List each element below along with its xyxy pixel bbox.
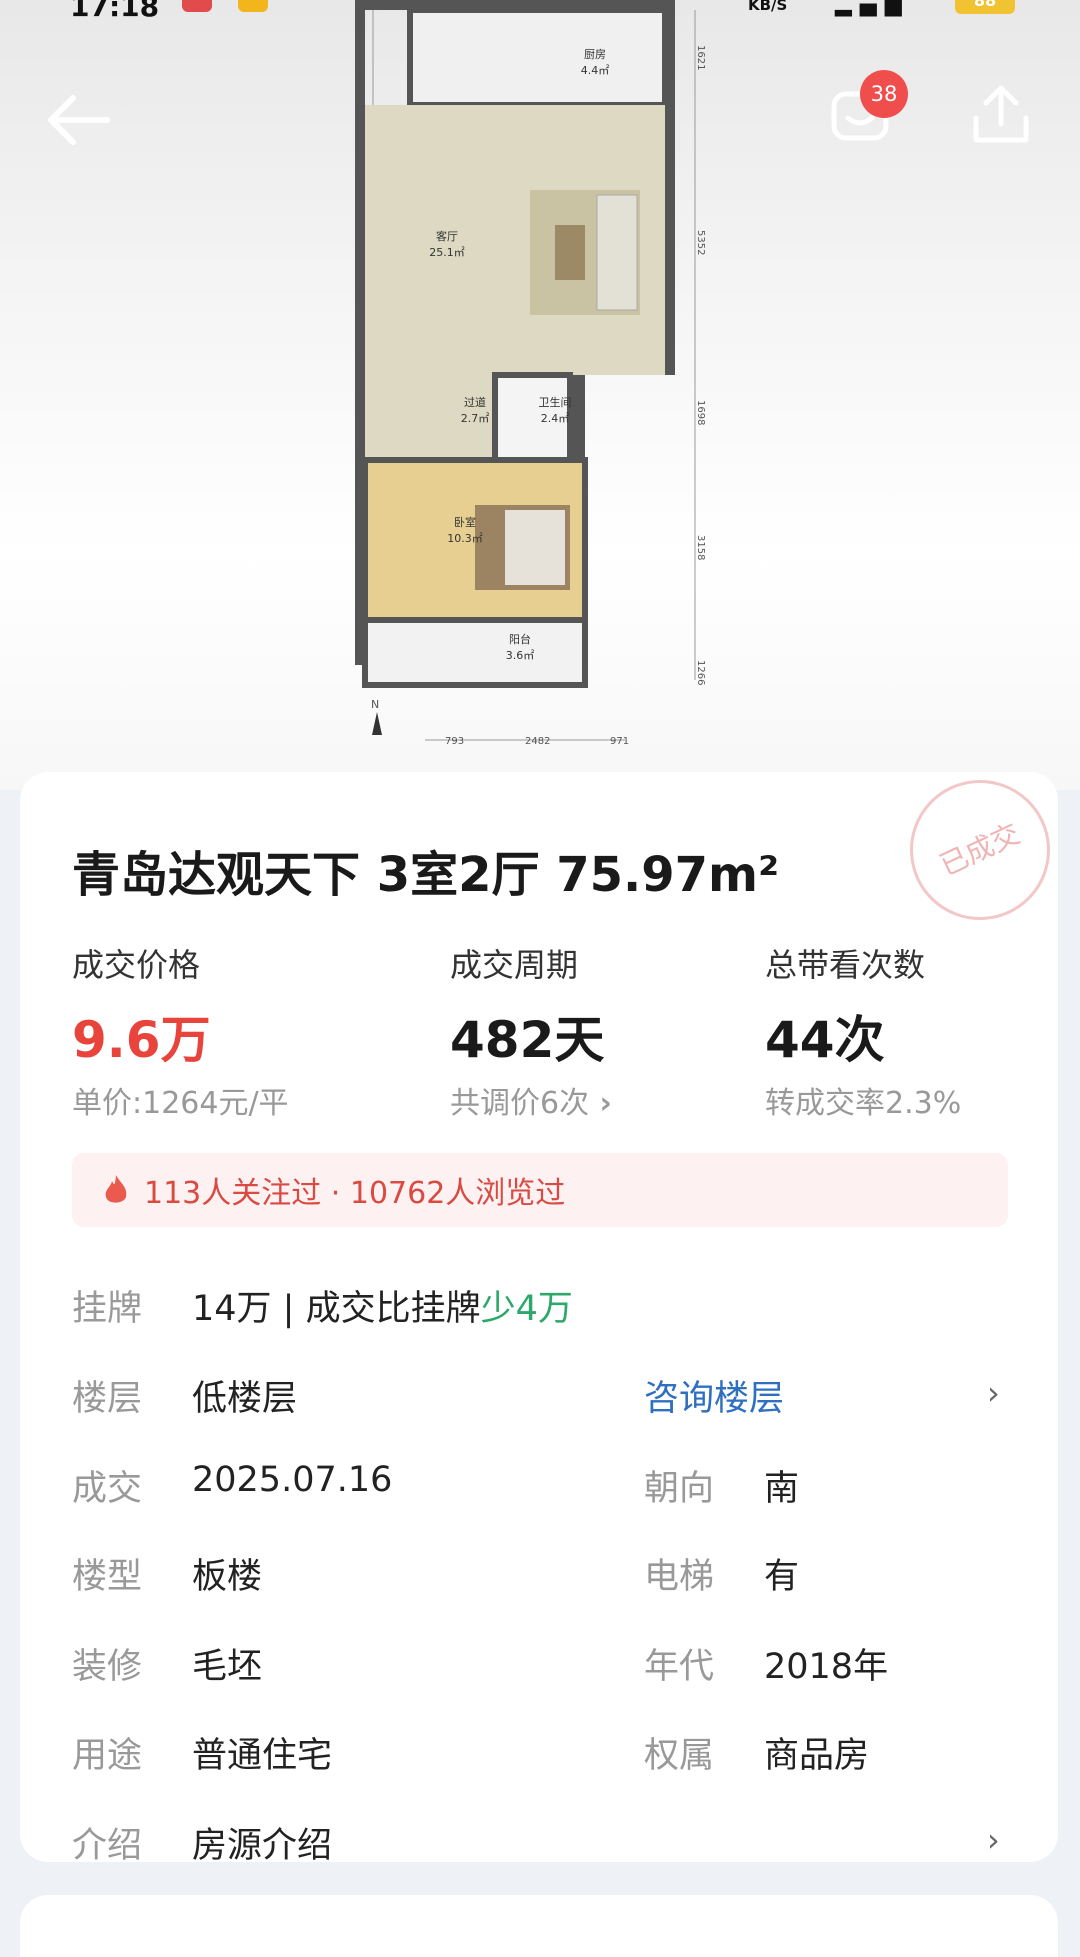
info-value: 2018年 xyxy=(764,1647,889,1687)
room-area-bath: 2.4㎡ xyxy=(541,412,570,425)
info-value: 2025.07.16 xyxy=(192,1460,393,1500)
floorplan-image: 7093 1698 3158 577 689 1621 5352 1698 31… xyxy=(355,0,706,747)
dim-right-2: 5352 xyxy=(695,230,706,255)
info-value: 低楼层 xyxy=(192,1379,298,1419)
north-arrow-icon xyxy=(372,712,382,735)
stat-sub: 转成交率2.3% xyxy=(765,1086,962,1121)
north-label: N xyxy=(371,698,379,711)
room-name-balcony: 阳台 xyxy=(509,632,531,646)
room-area-balcony: 3.6㎡ xyxy=(506,649,535,662)
info-row: 装修 毛坯 年代 2018年 xyxy=(72,1638,1008,1688)
dim-right-3: 1698 xyxy=(695,400,706,425)
page-title: 青岛达观天下 3室2厅 75.97m² xyxy=(72,847,780,903)
info-key: 介绍 xyxy=(72,1826,143,1866)
info-key: 权属 xyxy=(644,1736,715,1776)
stat-sub: 单价:1264元/平 xyxy=(72,1086,289,1121)
info-row: 楼型 板楼 电梯 有 xyxy=(72,1548,1008,1598)
info-value: 14万 | 成交比挂牌少4万 xyxy=(192,1280,573,1331)
share-icon[interactable] xyxy=(966,80,1036,150)
next-section-card xyxy=(20,1895,1058,1957)
stat-viewings: 总带看次数 44次 转成交率2.3% xyxy=(765,940,961,1122)
info-key: 成交 xyxy=(72,1469,143,1509)
info-key: 楼层 xyxy=(72,1379,143,1419)
dim-right-5: 1266 xyxy=(695,660,706,685)
status-time: 17:18 xyxy=(70,0,160,23)
info-key: 装修 xyxy=(72,1647,143,1687)
info-value: 普通住宅 xyxy=(192,1736,333,1776)
info-value: 毛坯 xyxy=(192,1647,263,1687)
network-speed-unit: KB/S xyxy=(748,0,788,14)
info-row-intro[interactable]: 介绍 房源介绍 › xyxy=(72,1817,1008,1867)
floorplan-hero[interactable]: 17:18 KB/S ▂▄▆ 88 7093 1698 3158 577 689… xyxy=(0,0,1080,790)
dim-right-1: 1621 xyxy=(695,45,706,70)
signal-icon: ▂▄▆ xyxy=(835,0,910,17)
app-notification-icon xyxy=(182,0,212,12)
info-key: 电梯 xyxy=(644,1557,715,1597)
chevron-right-icon[interactable]: › xyxy=(987,1821,1000,1859)
info-row: 成交 2025.07.16 朝向 南 xyxy=(72,1460,1008,1510)
info-key: 年代 xyxy=(644,1647,715,1687)
room-name-kitchen: 厨房 xyxy=(584,48,606,61)
stat-sub: 共调价6次 xyxy=(450,1086,590,1121)
consult-floor-link[interactable]: 咨询楼层 xyxy=(644,1370,784,1421)
info-value: 有 xyxy=(764,1557,800,1597)
back-arrow-icon[interactable] xyxy=(45,90,115,150)
stat-label: 总带看次数 xyxy=(765,946,926,984)
chevron-right-icon: › xyxy=(589,1086,612,1121)
info-key: 朝向 xyxy=(644,1469,715,1509)
attention-text: 113人关注过 · 10762人浏览过 xyxy=(144,1176,566,1211)
room-name-corridor: 过道 xyxy=(464,395,486,409)
info-value: 房源介绍 xyxy=(192,1826,333,1866)
stat-value: 482天 xyxy=(450,1011,605,1069)
room-area-corridor: 2.7㎡ xyxy=(461,412,490,425)
price-adjust-link[interactable]: 共调价6次 › xyxy=(450,1078,612,1122)
stat-label: 成交周期 xyxy=(450,946,579,984)
info-row-listing: 挂牌 14万 | 成交比挂牌少4万 xyxy=(72,1280,1008,1330)
room-area-kitchen: 4.4㎡ xyxy=(581,64,610,77)
stat-deal-cycle[interactable]: 成交周期 482天 共调价6次 › xyxy=(450,940,612,1122)
room-name-bedroom: 卧室 xyxy=(454,515,476,529)
dim-bottom-2: 2482 xyxy=(525,736,550,747)
chevron-right-icon[interactable]: › xyxy=(987,1374,1000,1412)
info-key: 用途 xyxy=(72,1736,143,1776)
info-value: 板楼 xyxy=(192,1557,263,1597)
fire-icon xyxy=(105,1175,127,1203)
battery-level: 88 xyxy=(955,0,1015,14)
listing-price-text: 14万 | 成交比挂牌 xyxy=(192,1289,481,1329)
info-row-floor[interactable]: 楼层 低楼层 咨询楼层 › xyxy=(72,1370,1008,1420)
info-key: 楼型 xyxy=(72,1557,143,1597)
stat-value: 9.6万 xyxy=(72,1011,211,1069)
room-name-bath: 卫生间 xyxy=(539,395,572,409)
info-value: 商品房 xyxy=(764,1736,870,1776)
dim-bottom-3: 971 xyxy=(610,736,629,747)
info-value: 南 xyxy=(764,1469,800,1509)
stat-deal-price: 成交价格 9.6万 单价:1264元/平 xyxy=(72,940,289,1122)
room-area-living: 25.1㎡ xyxy=(429,246,465,259)
stat-value: 44次 xyxy=(765,1011,885,1069)
room-area-bedroom: 10.3㎡ xyxy=(447,532,483,545)
message-badge: 38 xyxy=(860,70,908,118)
info-row: 用途 普通住宅 权属 商品房 xyxy=(72,1727,1008,1777)
price-diff: 少4万 xyxy=(480,1289,573,1329)
attention-banner: 113人关注过 · 10762人浏览过 xyxy=(72,1153,1008,1227)
app-notification-icon-2 xyxy=(238,0,268,12)
room-name-living: 客厅 xyxy=(436,229,458,243)
dim-bottom-1: 793 xyxy=(445,736,464,747)
info-key: 挂牌 xyxy=(72,1289,143,1329)
stat-label: 成交价格 xyxy=(72,946,201,984)
dim-right-4: 3158 xyxy=(695,535,706,560)
